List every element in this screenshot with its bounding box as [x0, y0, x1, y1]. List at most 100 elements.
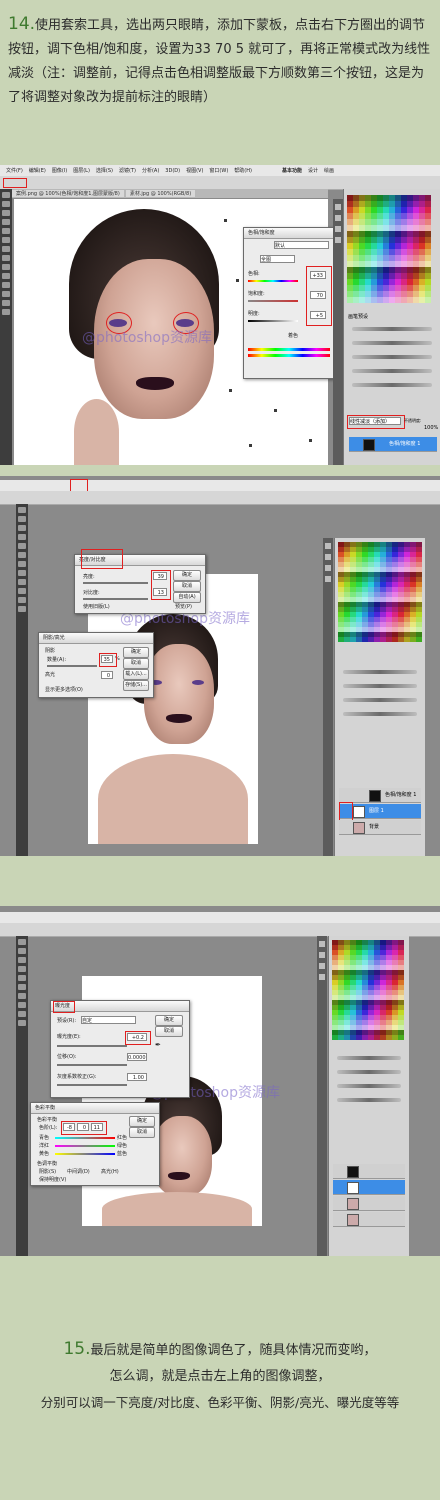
brush-stroke-2[interactable] — [352, 341, 432, 345]
menu-layer[interactable]: 图层(L) — [73, 167, 90, 174]
brush-stroke-4[interactable] — [352, 369, 432, 373]
workspace-essentials[interactable]: 基本功能 — [282, 167, 302, 174]
layer-row-3d[interactable] — [333, 1212, 405, 1227]
tool-marquee-icon[interactable] — [2, 201, 10, 207]
eyedropper-icon[interactable]: ✒ — [155, 1041, 161, 1049]
tool-icon-3f[interactable] — [18, 984, 26, 990]
menu-analysis[interactable]: 分析(A) — [142, 167, 159, 174]
brush-stroke-3b[interactable] — [337, 1070, 401, 1074]
tool-icon-k[interactable] — [18, 597, 26, 603]
highlight-amount-field[interactable]: 0 — [101, 671, 113, 679]
cyan-red-slider[interactable] — [55, 1137, 115, 1139]
dock-icon-4[interactable] — [335, 237, 341, 243]
saturation-slider[interactable] — [248, 300, 298, 302]
tab-document-2[interactable]: 素材.jpg @ 100%(RGB/8) — [125, 190, 196, 197]
menu-view[interactable]: 视图(V) — [186, 167, 203, 174]
tool-eyedropper-icon[interactable] — [2, 237, 10, 243]
tool-icon-3d[interactable] — [18, 966, 26, 972]
brush-stroke-3a[interactable] — [337, 1056, 401, 1060]
dock-icon-3a[interactable] — [319, 941, 325, 947]
magenta-green-slider[interactable] — [55, 1145, 115, 1147]
offset-slider[interactable] — [57, 1064, 127, 1066]
tool-move-icon[interactable] — [2, 192, 10, 198]
dock-icon-2d[interactable] — [325, 576, 331, 582]
tool-brush-icon[interactable] — [2, 246, 10, 252]
preset-select-3[interactable]: 自定 — [81, 1016, 136, 1024]
layer-hue-saturation[interactable]: 色相/饱和度 1 — [349, 437, 437, 452]
brush-stroke-2c[interactable] — [343, 698, 417, 702]
tool-icon-g[interactable] — [18, 561, 26, 567]
highlights-radio[interactable]: 高光(H) — [101, 1168, 119, 1175]
layer-row-3c[interactable] — [333, 1196, 405, 1211]
layer-row-2c[interactable]: 背景 — [339, 820, 421, 835]
tool-zoom-icon[interactable] — [2, 309, 10, 315]
dock-icon-2a[interactable] — [325, 543, 331, 549]
gamma-slider[interactable] — [57, 1084, 127, 1086]
tool-eraser-icon[interactable] — [2, 264, 10, 270]
swatches-panel-2[interactable] — [338, 542, 422, 642]
shadows-radio[interactable]: 阴影(S) — [39, 1168, 56, 1175]
swatch-cell[interactable] — [398, 1035, 404, 1040]
workspace-painting[interactable]: 绘画 — [324, 167, 334, 174]
menu-filter[interactable]: 滤镜(T) — [119, 167, 136, 174]
preserve-luminosity-checkbox[interactable]: 保持明度(V) — [39, 1176, 66, 1183]
brush-stroke-2b[interactable] — [343, 684, 417, 688]
tool-lasso-icon[interactable] — [2, 210, 10, 216]
menu-file[interactable]: 文件(F) — [6, 167, 23, 174]
dock-icon-3c[interactable] — [319, 963, 325, 969]
yellow-blue-slider[interactable] — [55, 1153, 115, 1155]
tool-icon-3i[interactable] — [18, 1011, 26, 1017]
brush-stroke-3[interactable] — [352, 355, 432, 359]
menu-3d[interactable]: 3D(D) — [165, 168, 180, 174]
load-button[interactable]: 载入(L)... — [123, 669, 149, 680]
tool-icon-3c[interactable] — [18, 957, 26, 963]
tool-icon-3e[interactable] — [18, 975, 26, 981]
brush-stroke-2d[interactable] — [343, 712, 417, 716]
cancel-button-2[interactable]: 取消 — [123, 658, 149, 669]
tool-icon-h[interactable] — [18, 570, 26, 576]
midtones-radio[interactable]: 中间调(D) — [67, 1168, 90, 1175]
more-options-checkbox[interactable]: 显示更多选项(O) — [45, 686, 83, 693]
swatches-panel[interactable] — [347, 195, 431, 303]
swatches-panel-3[interactable] — [332, 940, 404, 1040]
menu-window[interactable]: 窗口(W) — [209, 167, 228, 174]
dock-icon-3d[interactable] — [319, 974, 325, 980]
swatch-cell[interactable] — [416, 637, 422, 642]
channel-select[interactable]: 全图 — [260, 255, 295, 263]
legacy-checkbox[interactable]: 使用旧版(L) — [83, 603, 110, 610]
shadow-amount-slider[interactable] — [47, 665, 97, 667]
cancel-button-3[interactable]: 取消 — [155, 1026, 183, 1037]
brush-stroke-1[interactable] — [352, 327, 432, 331]
tool-stamp-icon[interactable] — [2, 255, 10, 261]
brush-stroke-3c[interactable] — [337, 1084, 401, 1088]
cancel-button[interactable]: 取消 — [173, 581, 201, 592]
layer-row-3b[interactable] — [333, 1180, 405, 1195]
hue-slider[interactable] — [248, 280, 298, 282]
lightness-slider[interactable] — [248, 320, 298, 322]
contrast-slider[interactable] — [83, 598, 148, 600]
menu-image[interactable]: 图像(I) — [52, 167, 67, 174]
ok-button[interactable]: 确定 — [173, 570, 201, 581]
tool-icon-l[interactable] — [18, 606, 26, 612]
ok-button-4[interactable]: 确定 — [129, 1116, 155, 1127]
tool-icon-3g[interactable] — [18, 993, 26, 999]
tool-icon-d[interactable] — [18, 534, 26, 540]
dock-icon-3[interactable] — [335, 226, 341, 232]
tool-icon-a[interactable] — [18, 507, 26, 513]
layer-row-3a[interactable] — [333, 1164, 405, 1179]
preset-select[interactable]: 默认 — [274, 241, 329, 249]
auto-button[interactable]: 自动(A) — [173, 592, 201, 603]
dock-icon-2b[interactable] — [325, 554, 331, 560]
tool-icon-3j[interactable] — [18, 1020, 26, 1026]
ok-button-2[interactable]: 确定 — [123, 647, 149, 658]
menu-edit[interactable]: 编辑(E) — [29, 167, 46, 174]
tool-pen-icon[interactable] — [2, 282, 10, 288]
tool-wand-icon[interactable] — [2, 219, 10, 225]
preview-checkbox[interactable]: 预览(P) — [175, 603, 192, 610]
cancel-button-4[interactable]: 取消 — [129, 1127, 155, 1138]
exposure-slider[interactable] — [57, 1045, 127, 1047]
tool-icon-b[interactable] — [18, 516, 26, 522]
dock-icon-2c[interactable] — [325, 565, 331, 571]
menu-help[interactable]: 帮助(H) — [234, 167, 252, 174]
workspace-design[interactable]: 设计 — [308, 167, 318, 174]
